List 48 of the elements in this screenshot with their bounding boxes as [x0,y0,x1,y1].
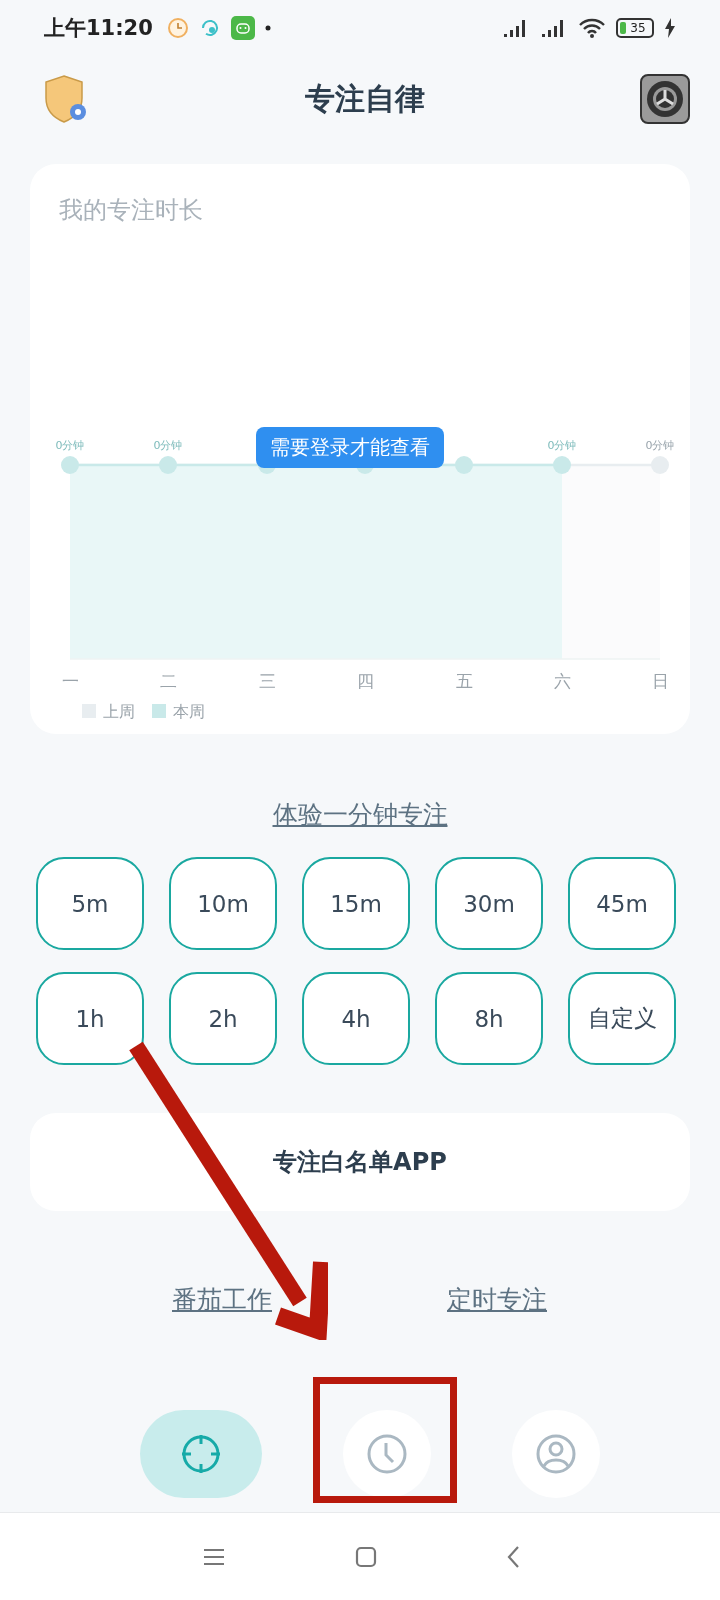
axis-label: 一 [61,671,79,691]
trial-link[interactable]: 体验一分钟专注 [272,800,448,829]
axis-label: 四 [356,671,374,691]
profile-icon [534,1433,577,1475]
status-time: 上午11:20 [44,15,153,42]
data-point [61,456,79,474]
login-tooltip: 需要登录才能查看 [256,427,444,468]
wifi-icon [578,17,606,39]
duration-button[interactable]: 5m [36,857,144,950]
axis-label: 三 [258,671,276,691]
clock-app-icon [166,17,189,39]
menu-icon[interactable] [202,1547,226,1567]
data-point [455,456,473,474]
legend-label: 上周 [103,702,135,721]
data-point [159,456,177,474]
duration-button[interactable]: 4h [302,972,410,1065]
legend-label: 本周 [173,702,205,721]
axis-label: 日 [651,671,669,691]
duration-button[interactable]: 30m [435,857,543,950]
back-icon[interactable] [506,1545,520,1569]
duration-button[interactable]: 8h [435,972,543,1065]
robot-app-icon [230,16,255,40]
axis-label: 二 [159,671,177,691]
duration-button[interactable]: 2h [169,972,277,1065]
whitelist-button[interactable]: 专注白名单APP [30,1113,690,1211]
value-label: 0分钟 [645,439,675,452]
duration-button[interactable]: 15m [302,857,410,950]
notification-dot-icon [264,25,271,31]
duration-button[interactable]: 10m [169,857,277,950]
crosshair-icon [180,1433,223,1475]
duration-button[interactable]: 自定义 [568,972,676,1065]
value-label: 0分钟 [547,439,577,452]
card-title: 我的专注时长 [59,195,203,226]
axis-label: 六 [553,671,571,691]
value-label: 0分钟 [153,439,183,452]
page-title: 专注自律 [305,79,425,118]
clock-icon [366,1433,408,1475]
mode-link[interactable]: 番茄工作 [172,1283,272,1316]
home-icon[interactable] [355,1546,377,1568]
value-label: 0分钟 [55,439,85,452]
data-point [553,456,571,474]
axis-label: 五 [455,671,473,691]
battery-indicator: 35 [616,18,654,38]
duration-button[interactable]: 45m [568,857,676,950]
mode-link[interactable]: 定时专注 [447,1283,547,1316]
charging-icon [664,18,676,38]
settings-icon[interactable] [640,74,690,124]
duration-button[interactable]: 1h [36,972,144,1065]
